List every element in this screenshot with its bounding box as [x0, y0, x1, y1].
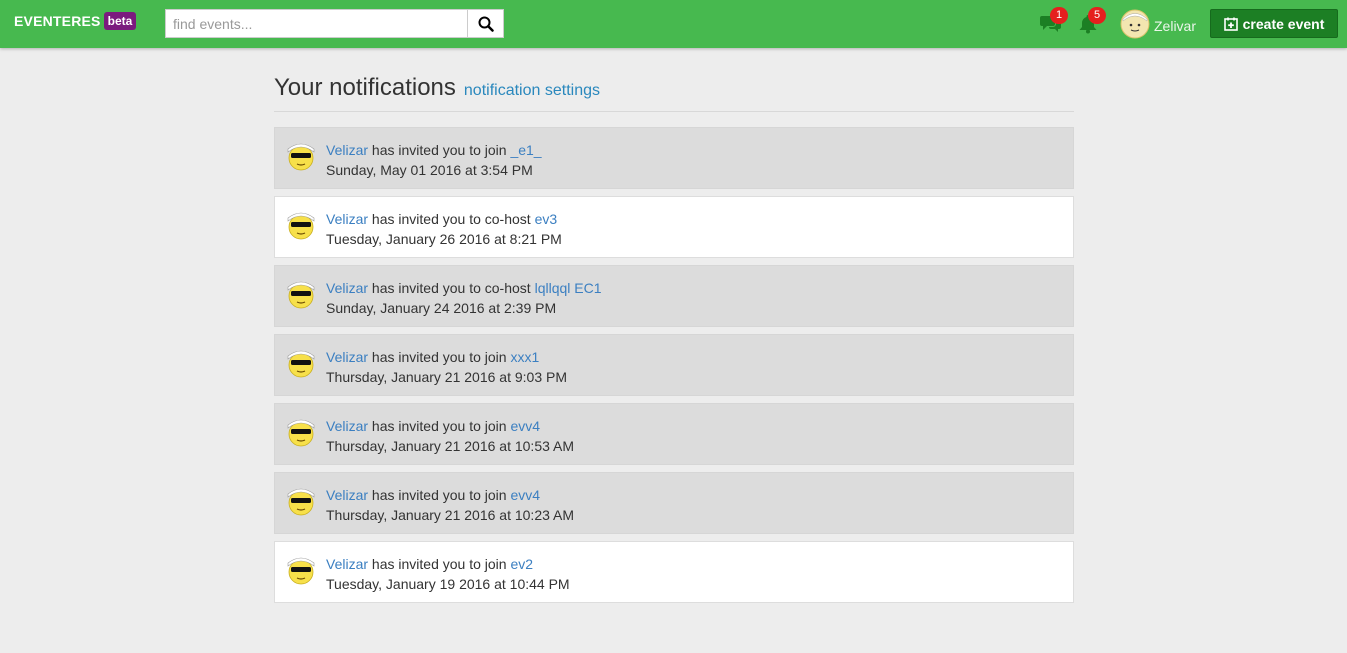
notification-item[interactable]: Velizar has invited you to join _e1_ Sun…: [274, 127, 1074, 189]
event-link[interactable]: xxx1: [510, 349, 539, 365]
notification-item[interactable]: Velizar has invited you to join evv4 Thu…: [274, 472, 1074, 534]
notification-timestamp: Thursday, January 21 2016 at 10:53 AM: [326, 438, 575, 454]
notification-item[interactable]: Velizar has invited you to co-host ev3 T…: [274, 196, 1074, 258]
notification-text: Velizar has invited you to join xxx1 Thu…: [326, 347, 567, 387]
notifications-page: Your notifications notification settings…: [274, 70, 1074, 610]
create-event-button[interactable]: create event: [1210, 9, 1338, 38]
event-link[interactable]: ev2: [510, 556, 533, 572]
notification-settings-link[interactable]: notification settings: [464, 82, 600, 100]
page-header: Your notifications notification settings: [274, 70, 1074, 112]
top-navbar: EVENTERES beta 1 5: [0, 0, 1347, 48]
user-menu[interactable]: Zelivar: [1120, 9, 1196, 39]
notification-action: has invited you to join: [371, 142, 507, 158]
inviter-link[interactable]: Velizar: [326, 349, 368, 365]
notification-timestamp: Thursday, January 21 2016 at 10:23 AM: [326, 507, 575, 523]
notification-text: Velizar has invited you to co-host lqllq…: [326, 278, 602, 318]
inviter-link[interactable]: Velizar: [326, 211, 368, 227]
notification-action: has invited you to co-host: [371, 280, 531, 296]
notification-action: has invited you to join: [371, 556, 507, 572]
notification-text: Velizar has invited you to join ev2 Tues…: [326, 554, 570, 594]
notification-item[interactable]: Velizar has invited you to join xxx1 Thu…: [274, 334, 1074, 396]
notification-text: Velizar has invited you to join _e1_ Sun…: [326, 140, 542, 180]
notification-text: Velizar has invited you to join evv4 Thu…: [326, 416, 574, 456]
create-event-label: create event: [1242, 15, 1325, 32]
notification-item[interactable]: Velizar has invited you to join ev2 Tues…: [274, 541, 1074, 603]
event-link[interactable]: evv4: [510, 487, 540, 503]
page-title: Your notifications: [274, 74, 456, 101]
inviter-avatar: [287, 557, 315, 585]
search-icon: [478, 16, 494, 32]
notification-action: has invited you to join: [371, 349, 507, 365]
messages-count-badge: 1: [1050, 7, 1068, 24]
notification-timestamp: Sunday, January 24 2016 at 2:39 PM: [326, 300, 557, 316]
brand-name[interactable]: EVENTERES: [14, 13, 101, 29]
inviter-avatar: [287, 488, 315, 516]
calendar-plus-icon: [1223, 17, 1238, 31]
username-label: Zelivar: [1154, 17, 1197, 34]
inviter-link[interactable]: Velizar: [326, 418, 368, 434]
event-link[interactable]: evv4: [510, 418, 540, 434]
inviter-link[interactable]: Velizar: [326, 142, 368, 158]
notification-timestamp: Tuesday, January 19 2016 at 10:44 PM: [326, 576, 570, 592]
beta-badge: beta: [103, 12, 137, 30]
notification-text: Velizar has invited you to join evv4 Thu…: [326, 485, 574, 525]
inviter-avatar: [287, 143, 315, 171]
event-link[interactable]: ev3: [535, 211, 558, 227]
notification-timestamp: Thursday, January 21 2016 at 9:03 PM: [326, 369, 567, 385]
inviter-avatar: [287, 281, 315, 309]
notifications-button[interactable]: 5: [1078, 7, 1106, 37]
notification-action: has invited you to join: [371, 418, 507, 434]
event-link[interactable]: _e1_: [510, 142, 541, 158]
user-avatar: [1120, 9, 1150, 39]
inviter-link[interactable]: Velizar: [326, 487, 368, 503]
notification-action: has invited you to co-host: [371, 211, 531, 227]
inviter-avatar: [287, 350, 315, 378]
search-input[interactable]: [165, 9, 467, 38]
messages-button[interactable]: 1: [1040, 7, 1068, 36]
notification-item[interactable]: Velizar has invited you to co-host lqllq…: [274, 265, 1074, 327]
notification-action: has invited you to join: [371, 487, 507, 503]
notification-timestamp: Tuesday, January 26 2016 at 8:21 PM: [326, 231, 562, 247]
inviter-link[interactable]: Velizar: [326, 556, 368, 572]
brand-logo[interactable]: EVENTERES beta: [14, 12, 137, 30]
inviter-link[interactable]: Velizar: [326, 280, 368, 296]
search-bar: [165, 9, 504, 38]
search-button[interactable]: [467, 9, 504, 38]
notification-list: Velizar has invited you to join _e1_ Sun…: [274, 127, 1074, 603]
notification-item[interactable]: Velizar has invited you to join evv4 Thu…: [274, 403, 1074, 465]
notification-text: Velizar has invited you to co-host ev3 T…: [326, 209, 562, 249]
notification-timestamp: Sunday, May 01 2016 at 3:54 PM: [326, 162, 533, 178]
notifications-count-badge: 5: [1088, 7, 1106, 24]
event-link[interactable]: lqllqql EC1: [535, 280, 602, 296]
inviter-avatar: [287, 212, 315, 240]
inviter-avatar: [287, 419, 315, 447]
